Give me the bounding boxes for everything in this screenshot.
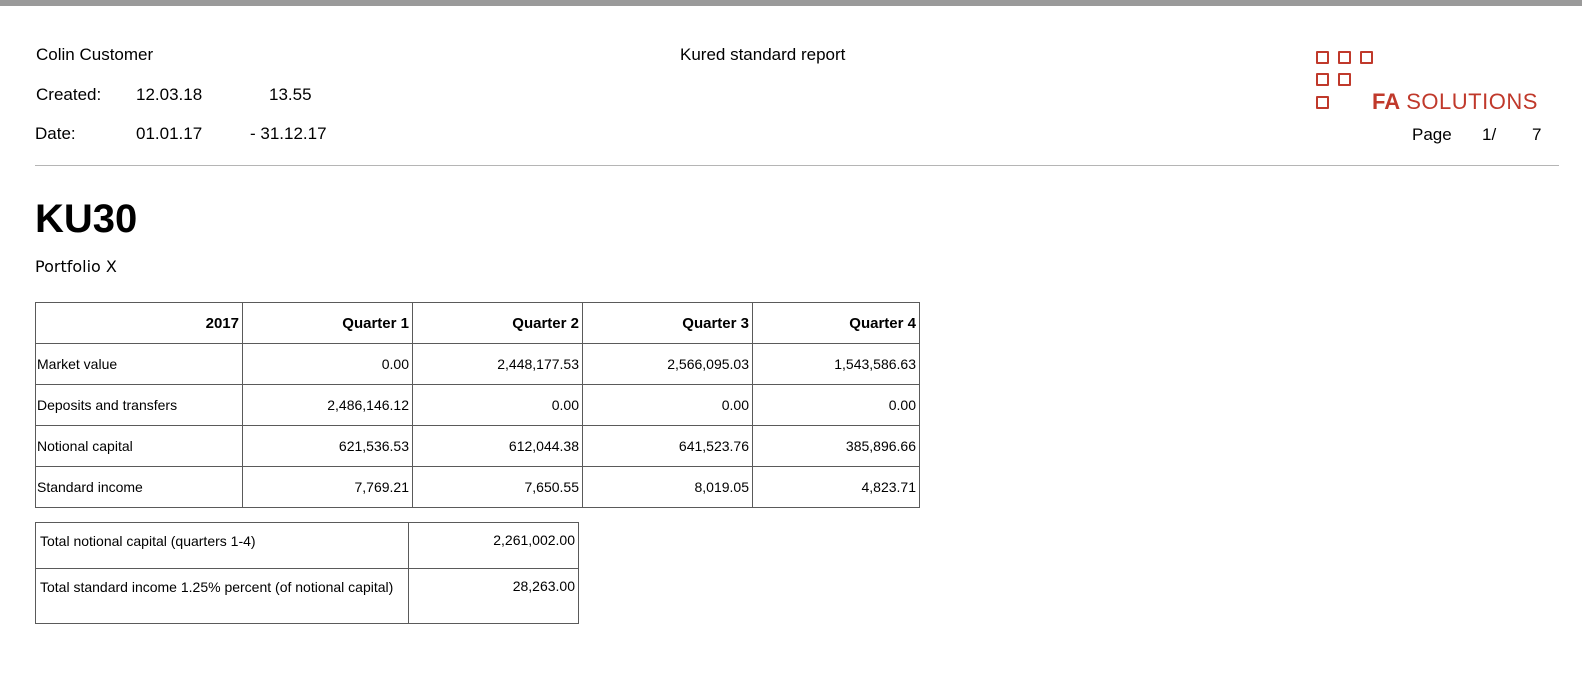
row-label: Standard income: [35, 466, 243, 508]
table-cell: 0.00: [752, 384, 920, 426]
row-label: Deposits and transfers: [35, 384, 243, 426]
portfolio-name: Portfolio X: [35, 257, 117, 276]
logo-square-icon: [1360, 51, 1373, 64]
customer-name: Colin Customer: [36, 45, 154, 64]
quarterly-table: 2017 Quarter 1 Quarter 2 Quarter 3 Quart…: [35, 302, 920, 508]
row-label: Notional capital: [35, 425, 243, 467]
page-label: Page: [1412, 125, 1452, 144]
table-row: Standard income 7,769.21 7,650.55 8,019.…: [35, 466, 920, 508]
total-label: Total standard income 1.25% percent (of …: [35, 568, 409, 624]
date-from: 01.01.17: [136, 124, 203, 143]
column-header: Quarter 2: [412, 302, 583, 344]
created-date: 12.03.18: [136, 85, 203, 104]
logo-square-icon: [1338, 51, 1351, 64]
table-cell: 641,523.76: [582, 425, 753, 467]
table-cell: 385,896.66: [752, 425, 920, 467]
row-label: Market value: [35, 343, 243, 385]
table-cell: 4,823.71: [752, 466, 920, 508]
date-label: Date:: [35, 124, 76, 143]
report-code: KU30: [35, 197, 138, 241]
page-total: 7: [1532, 125, 1542, 144]
table-cell: 0.00: [582, 384, 753, 426]
total-value: 28,263.00: [408, 568, 579, 624]
table-header-row: 2017 Quarter 1 Quarter 2 Quarter 3 Quart…: [35, 302, 920, 344]
fa-solutions-logo: FA SOLUTIONS: [1316, 48, 1546, 118]
created-label: Created:: [36, 85, 102, 104]
header-divider: [35, 165, 1559, 166]
total-label: Total notional capital (quarters 1-4): [35, 522, 409, 569]
table-row: Total notional capital (quarters 1-4) 2,…: [35, 522, 579, 569]
table-cell: 621,536.53: [242, 425, 413, 467]
table-cell: 2,448,177.53: [412, 343, 583, 385]
table-cell: 7,650.55: [412, 466, 583, 508]
column-header: 2017: [35, 302, 243, 344]
logo-square-icon: [1316, 51, 1329, 64]
report-title: Kured standard report: [680, 45, 846, 64]
table-row: Deposits and transfers 2,486,146.12 0.00…: [35, 384, 920, 426]
logo-square-icon: [1316, 96, 1329, 109]
table-cell: 0.00: [242, 343, 413, 385]
table-row: Notional capital 621,536.53 612,044.38 6…: [35, 425, 920, 467]
page-current: 1/: [1482, 125, 1497, 144]
table-cell: 8,019.05: [582, 466, 753, 508]
column-header: Quarter 1: [242, 302, 413, 344]
table-cell: 7,769.21: [242, 466, 413, 508]
totals-table: Total notional capital (quarters 1-4) 2,…: [35, 522, 579, 624]
logo-square-icon: [1316, 73, 1329, 86]
table-cell: 0.00: [412, 384, 583, 426]
top-border: [0, 0, 1582, 6]
table-cell: 2,566,095.03: [582, 343, 753, 385]
column-header: Quarter 3: [582, 302, 753, 344]
created-time: 13.55: [269, 85, 312, 104]
table-cell: 612,044.38: [412, 425, 583, 467]
logo-square-icon: [1338, 73, 1351, 86]
table-row: Total standard income 1.25% percent (of …: [35, 568, 579, 624]
total-value: 2,261,002.00: [408, 522, 579, 569]
table-row: Market value 0.00 2,448,177.53 2,566,095…: [35, 343, 920, 385]
date-to: - 31.12.17: [250, 124, 327, 143]
column-header: Quarter 4: [752, 302, 920, 344]
logo-brand-text: FA SOLUTIONS: [1372, 89, 1538, 114]
table-cell: 2,486,146.12: [242, 384, 413, 426]
table-cell: 1,543,586.63: [752, 343, 920, 385]
